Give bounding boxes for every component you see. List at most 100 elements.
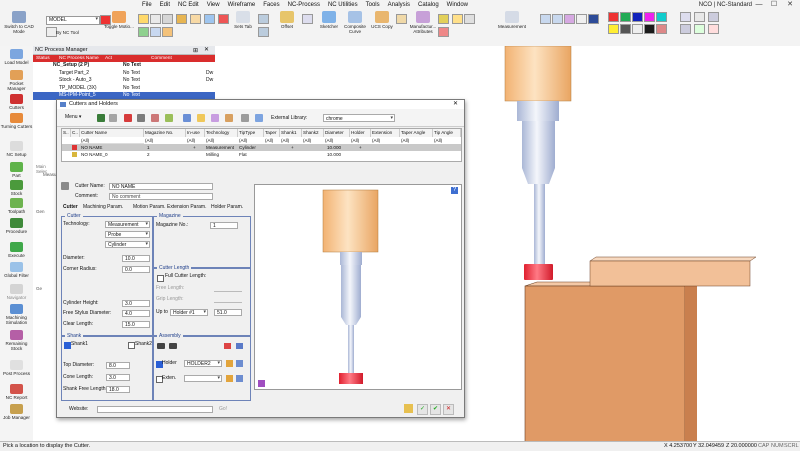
holder-edit-icon[interactable]	[226, 360, 233, 367]
filter-cell[interactable]: (All)	[80, 137, 144, 144]
menu-tools[interactable]: Tools	[362, 1, 384, 10]
edit-icon[interactable]	[151, 114, 159, 122]
menu-edit[interactable]: Edit	[156, 1, 174, 10]
model-select[interactable]: MODEL	[46, 16, 100, 25]
col-header[interactable]: Holder	[350, 129, 371, 137]
toggle-motion-button[interactable]: Toggle Motio...	[104, 11, 134, 39]
table-row[interactable]: NO NAME 1 + Measurement Cylinder + 10.00…	[62, 144, 461, 151]
part-button[interactable]: Part	[0, 162, 33, 178]
menu-nc-process[interactable]: NC-Process	[284, 1, 324, 10]
col-header[interactable]: In-use	[186, 129, 205, 137]
by-nc-tool-button[interactable]: By NC Tool	[56, 30, 96, 38]
settings-icon[interactable]	[464, 14, 475, 24]
menu-faces[interactable]: Faces	[259, 1, 283, 10]
help-icon[interactable]: ?	[451, 187, 458, 194]
top-diameter-input[interactable]: 8.0	[106, 362, 130, 369]
filter-cell[interactable]: (All)	[371, 137, 400, 144]
process-row[interactable]: NC_Setup (2 P) No Text	[33, 62, 215, 70]
layout-icon[interactable]	[694, 12, 705, 22]
ucs-copy-button[interactable]: UCS Copy	[370, 11, 394, 39]
toolpath-button[interactable]: Toolpath	[0, 198, 33, 214]
free-stylus-input[interactable]: 4.0	[122, 310, 150, 317]
cube-icon[interactable]	[162, 27, 173, 37]
tool-icon[interactable]	[137, 114, 145, 122]
navy-icon[interactable]	[588, 14, 599, 24]
sub-item[interactable]: Main Selec	[36, 164, 56, 174]
cone-length-input[interactable]: 3.0	[106, 374, 130, 381]
menu-file[interactable]: File	[138, 1, 156, 10]
tab-holder-param[interactable]: Holder Param.	[211, 204, 243, 211]
tab-cutter[interactable]: Cutter	[63, 204, 78, 211]
post-process-button[interactable]: Post Process	[0, 360, 33, 376]
color-gray-icon[interactable]	[620, 24, 631, 34]
website-input[interactable]	[97, 406, 213, 413]
menu-window[interactable]: Window	[443, 1, 472, 10]
filter-cell[interactable]: (All)	[350, 137, 371, 144]
corner-radius-input[interactable]: 0.0	[122, 266, 150, 273]
color-cyan-icon[interactable]	[656, 12, 667, 22]
color-yellow-icon[interactable]	[608, 24, 619, 34]
save-icon[interactable]	[183, 114, 191, 122]
col-header[interactable]: Technology	[205, 129, 238, 137]
orange-tool-icon[interactable]	[176, 14, 187, 24]
nc-setup-button[interactable]: NC Setup	[0, 141, 33, 157]
pin-icon[interactable]: ⊞	[193, 47, 201, 54]
dialog-close-icon[interactable]: ✕	[453, 100, 458, 109]
filter-cell[interactable]: (All)	[238, 137, 264, 144]
measurement-button[interactable]: Measurement	[494, 11, 530, 39]
color-magenta-icon[interactable]	[644, 12, 655, 22]
menu-analysis[interactable]: Analysis	[384, 1, 414, 10]
extension-select[interactable]	[184, 375, 222, 382]
manufacturing-attributes-button[interactable]: Manufactur... Attributes	[408, 11, 438, 39]
cutter-preview[interactable]: ?	[254, 184, 462, 390]
cancel-button[interactable]: ✕	[443, 404, 454, 415]
menu-view[interactable]: View	[203, 1, 224, 10]
display-icon[interactable]	[680, 12, 691, 22]
remaining-stock-button[interactable]: Remaining Stock	[0, 330, 33, 351]
white-icon[interactable]	[576, 14, 587, 24]
delete-cutter-icon[interactable]	[124, 114, 132, 122]
minimize-button[interactable]: —	[752, 0, 766, 9]
box-icon[interactable]	[162, 14, 173, 24]
header-status[interactable]: Status	[36, 55, 50, 62]
green-tool-icon[interactable]	[138, 27, 149, 37]
grip-length-input[interactable]	[214, 302, 242, 303]
library-icon[interactable]	[197, 114, 205, 122]
sketcher-button[interactable]: Sketcher	[316, 11, 342, 39]
global-filter-button[interactable]: Global Filter	[0, 262, 33, 278]
free-length-input[interactable]	[214, 291, 242, 292]
offset-button[interactable]: Offset	[274, 11, 300, 39]
marker-icon[interactable]	[438, 27, 449, 37]
panel-close-icon[interactable]: ✕	[204, 46, 212, 55]
navigator-button[interactable]: Navigator	[0, 284, 33, 300]
view-icon[interactable]	[150, 27, 161, 37]
assembly-holder-icon[interactable]	[224, 343, 231, 349]
extension-edit-icon[interactable]	[226, 375, 233, 382]
col-header[interactable]: Diameter	[324, 129, 350, 137]
render2-icon[interactable]	[680, 24, 691, 34]
tab-motion-param[interactable]: Motion Param.	[133, 204, 166, 211]
col-header[interactable]: Taper Angle	[400, 129, 433, 137]
holder-select[interactable]: HOLDER2	[184, 360, 222, 367]
shape-icon[interactable]	[302, 14, 313, 24]
search-icon[interactable]	[255, 114, 263, 122]
assembly-tool-icon[interactable]	[157, 343, 165, 349]
col-header[interactable]: Extension	[371, 129, 400, 137]
layer-icon[interactable]	[190, 14, 201, 24]
dialog-info-button[interactable]	[404, 404, 413, 413]
assembly-tool2-icon[interactable]	[169, 343, 177, 349]
red-x-icon[interactable]	[218, 14, 229, 24]
color-pink-icon[interactable]	[656, 24, 667, 34]
go-button[interactable]: Go!	[219, 406, 227, 413]
technology-select[interactable]: Measurement	[105, 221, 150, 228]
curve-icon[interactable]	[258, 14, 269, 24]
header-comment[interactable]: Comment	[151, 55, 172, 62]
procedure-button[interactable]: Procedure	[0, 218, 33, 234]
filter-cell[interactable]: (All)	[400, 137, 433, 144]
shank2-checkbox[interactable]	[128, 342, 135, 349]
view-front-icon[interactable]	[540, 14, 551, 24]
assembly-link-icon[interactable]	[236, 343, 243, 349]
apply-button[interactable]: ✔	[430, 404, 441, 415]
color-red-icon[interactable]	[608, 12, 619, 22]
grid-icon[interactable]	[150, 14, 161, 24]
